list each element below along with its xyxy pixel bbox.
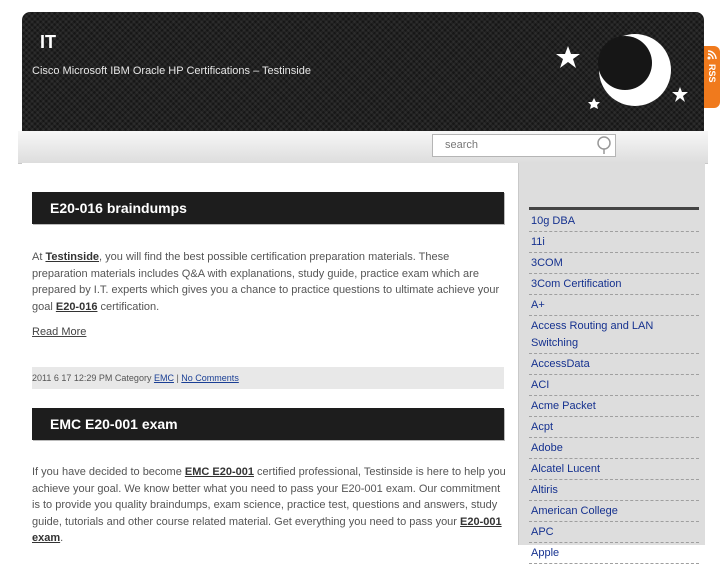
rss-icon bbox=[707, 50, 717, 60]
sidebar: 10g DBA 11i 3COM 3Com Certification A+ A… bbox=[518, 163, 705, 564]
category-link[interactable]: Altiris bbox=[531, 484, 558, 496]
post-text: . bbox=[60, 532, 64, 544]
category-link[interactable]: EMC bbox=[154, 373, 174, 383]
category-link[interactable]: APC bbox=[531, 526, 554, 538]
category-item: Acpt bbox=[529, 417, 699, 438]
category-link[interactable]: 10g DBA bbox=[531, 215, 575, 227]
category-link[interactable]: AccessData bbox=[531, 358, 590, 370]
category-label: Category bbox=[114, 373, 154, 383]
category-link[interactable]: Access Routing and LAN Switching bbox=[531, 320, 653, 349]
category-link[interactable]: Acpt bbox=[531, 421, 553, 433]
site-header: IT Cisco Microsoft IBM Oracle HP Certifi… bbox=[22, 12, 704, 132]
category-link[interactable]: A+ bbox=[531, 299, 545, 311]
category-link[interactable]: Adobe bbox=[531, 442, 563, 454]
category-item: Apple bbox=[529, 543, 699, 564]
read-more-link[interactable]: Read More bbox=[32, 326, 86, 338]
category-item: 3COM bbox=[529, 253, 699, 274]
category-link[interactable]: Apple bbox=[531, 547, 559, 559]
category-item: Altiris bbox=[529, 480, 699, 501]
category-item: 10g DBA bbox=[529, 211, 699, 232]
moon-icon bbox=[598, 34, 671, 106]
testinside-link[interactable]: Testinside bbox=[45, 251, 99, 263]
category-item: Access Routing and LAN Switching bbox=[529, 316, 699, 354]
nav-bar bbox=[18, 131, 708, 164]
category-list: 10g DBA 11i 3COM 3Com Certification A+ A… bbox=[529, 211, 699, 564]
category-item: ACI bbox=[529, 375, 699, 396]
category-item: Adobe bbox=[529, 438, 699, 459]
category-link[interactable]: ACI bbox=[531, 379, 549, 391]
category-link[interactable]: 11i bbox=[531, 236, 545, 248]
exam-code-link[interactable]: E20-016 bbox=[56, 301, 98, 313]
category-item: 3Com Certification bbox=[529, 274, 699, 295]
rss-tab[interactable]: RSS bbox=[704, 46, 720, 108]
rss-label: RSS bbox=[707, 64, 717, 83]
post-title[interactable]: E20-016 braindumps bbox=[50, 200, 187, 216]
search-icon[interactable] bbox=[595, 136, 613, 154]
post-text: certification. bbox=[97, 300, 160, 313]
category-link[interactable]: 3Com Certification bbox=[531, 278, 621, 290]
category-item: American College bbox=[529, 501, 699, 522]
post-date: 2011 6 17 12:29 PM bbox=[32, 373, 113, 383]
post-text: At bbox=[32, 251, 46, 263]
star-icon bbox=[588, 98, 600, 109]
star-icon bbox=[556, 46, 580, 68]
star-icon bbox=[672, 87, 688, 102]
post-title-bar: E20-016 braindumps bbox=[32, 192, 504, 224]
category-item: A+ bbox=[529, 295, 699, 316]
main-content: E20-016 braindumps At Testinside, you wi… bbox=[22, 163, 518, 545]
post-text: If you have decided to become bbox=[32, 466, 185, 478]
category-link[interactable]: Alcatel Lucent bbox=[531, 463, 600, 475]
post-title-bar: EMC E20-001 exam bbox=[32, 408, 504, 440]
sidebar-divider bbox=[529, 207, 699, 210]
search-box bbox=[432, 134, 616, 157]
site-title[interactable]: IT bbox=[40, 32, 56, 53]
category-item: APC bbox=[529, 522, 699, 543]
search-input[interactable] bbox=[433, 135, 595, 154]
exam-link[interactable]: EMC E20-001 bbox=[185, 466, 254, 478]
post-excerpt: At Testinside, you will find the best po… bbox=[32, 249, 506, 315]
post-title[interactable]: EMC E20-001 exam bbox=[50, 416, 178, 432]
moon-stars-logo bbox=[556, 34, 688, 109]
category-item: AccessData bbox=[529, 354, 699, 375]
post-meta: 2011 6 17 12:29 PM Category EMC | No Com… bbox=[32, 367, 504, 389]
category-item: Alcatel Lucent bbox=[529, 459, 699, 480]
category-link[interactable]: American College bbox=[531, 505, 618, 517]
category-link[interactable]: 3COM bbox=[531, 257, 563, 269]
category-link[interactable]: Acme Packet bbox=[531, 400, 596, 412]
category-item: 11i bbox=[529, 232, 699, 253]
site-description: Cisco Microsoft IBM Oracle HP Certificat… bbox=[32, 65, 311, 77]
category-item: Acme Packet bbox=[529, 396, 699, 417]
comments-link[interactable]: No Comments bbox=[181, 373, 239, 383]
post-excerpt: If you have decided to become EMC E20-00… bbox=[32, 464, 506, 545]
